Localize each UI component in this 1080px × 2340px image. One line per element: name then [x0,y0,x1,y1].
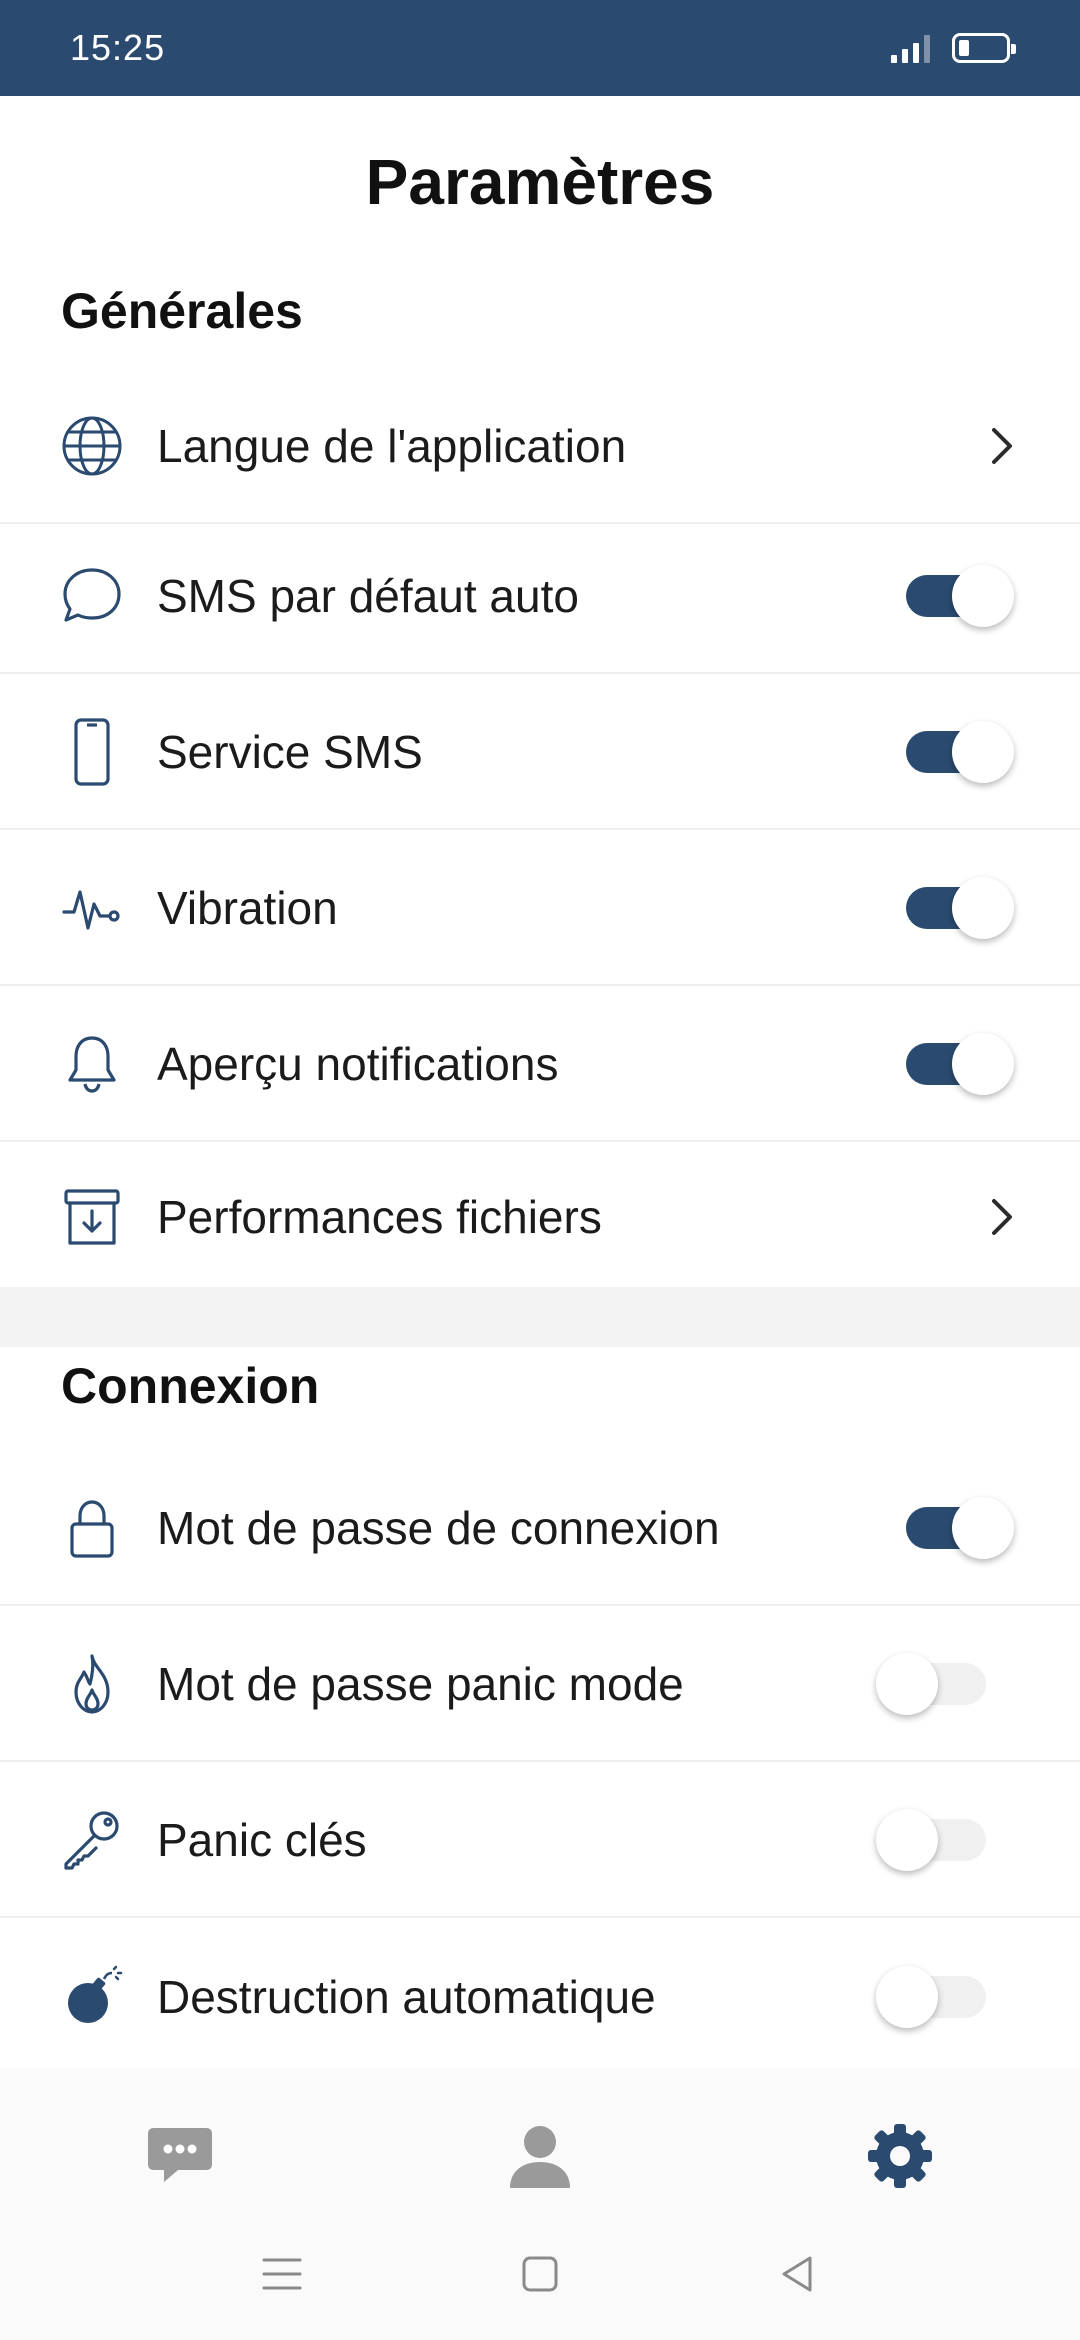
setting-label: Destruction automatique [157,1971,656,2023]
setting-default-sms[interactable]: SMS par défaut auto [0,520,1080,674]
status-time: 15:25 [70,27,166,68]
setting-file-performance[interactable]: Performances fichiers [0,1140,1080,1294]
setting-auto-destruction[interactable]: Destruction automatique [0,1920,1080,2074]
setting-label: Mot de passe de connexion [157,1502,720,1554]
setting-sms-service[interactable]: Service SMS [0,676,1080,830]
contacts-icon[interactable] [500,2120,580,2192]
toggle-login-password[interactable] [906,1497,1014,1559]
setting-label: Panic clés [157,1814,367,1866]
menu-icon[interactable] [258,2250,306,2298]
settings-gear-icon[interactable] [860,2120,940,2192]
setting-label: Langue de l'application [157,420,627,472]
signal-icon [891,33,930,63]
back-icon[interactable] [774,2250,822,2298]
page-title: Paramètres [365,146,715,218]
system-nav-bar [0,2200,1080,2340]
home-icon[interactable] [516,2250,564,2298]
section-divider [0,1287,1080,1347]
toggle-panic-keys[interactable] [876,1809,986,1871]
toggle-notification-preview[interactable] [906,1033,1014,1095]
chevron-right-icon [982,422,1022,470]
toggle-default-sms[interactable] [906,565,1014,627]
battery-icon [952,33,1016,63]
setting-label: Performances fichiers [157,1191,602,1243]
setting-panic-keys[interactable]: Panic clés [0,1764,1080,1918]
setting-label: Aperçu notifications [157,1038,559,1090]
flame-icon [56,1648,128,1720]
messages-icon[interactable] [140,2120,220,2192]
chevron-right-icon [982,1193,1022,1241]
key-icon [56,1804,128,1876]
archive-download-icon [56,1181,128,1253]
toggle-sms-service[interactable] [906,721,1014,783]
toggle-vibration[interactable] [906,877,1014,939]
pulse-icon [56,872,128,944]
smartphone-icon [56,716,128,788]
setting-label: Mot de passe panic mode [157,1658,684,1710]
toggle-auto-destruction[interactable] [876,1966,986,2028]
setting-login-password[interactable]: Mot de passe de connexion [0,1452,1080,1606]
bomb-icon [56,1961,128,2033]
setting-notification-preview[interactable]: Aperçu notifications [0,988,1080,1142]
chat-bubble-icon [56,560,128,632]
section-title-connection: Connexion [61,1358,320,1414]
bell-icon [56,1028,128,1100]
globe-icon [56,410,128,482]
section-title-general: Générales [61,283,303,339]
setting-panic-password[interactable]: Mot de passe panic mode [0,1608,1080,1762]
status-icons [891,33,1016,63]
setting-vibration[interactable]: Vibration [0,832,1080,986]
setting-label: SMS par défaut auto [157,570,579,622]
toggle-panic-password[interactable] [876,1653,986,1715]
status-bar: 15:25 [0,0,1080,96]
lock-icon [56,1492,128,1564]
setting-label: Vibration [157,882,338,934]
setting-label: Service SMS [157,726,423,778]
setting-app-language[interactable]: Langue de l'application [0,370,1080,524]
